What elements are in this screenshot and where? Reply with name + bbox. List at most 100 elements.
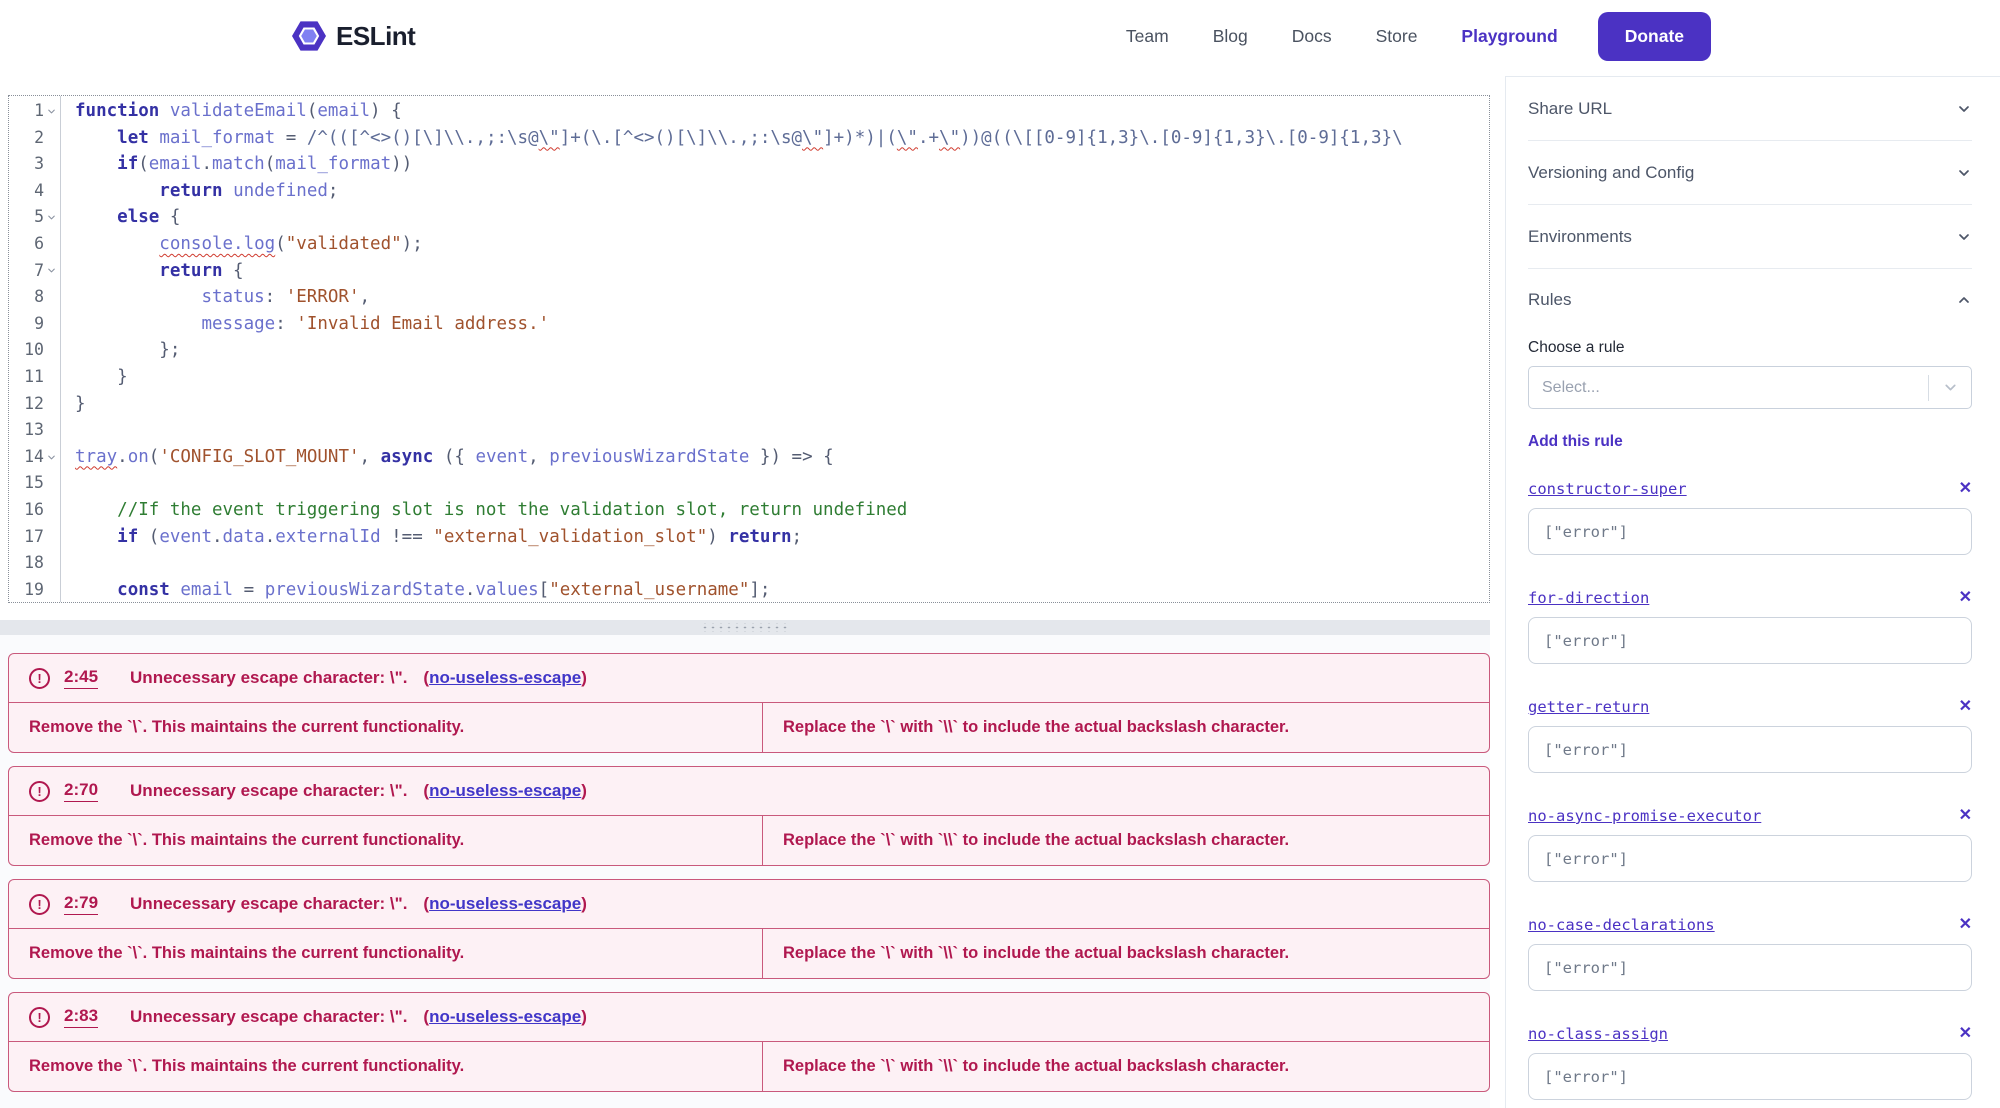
accordion-section-versioning-and-config[interactable]: Versioning and Config — [1528, 141, 1972, 205]
code-line — [75, 470, 1489, 497]
rule-config-input[interactable]: ["error"] — [1528, 508, 1972, 555]
problem-header: ! 2:79 Unnecessary escape character: \".… — [9, 880, 1489, 929]
line-number[interactable]: 14 — [9, 444, 60, 471]
chevron-down-icon — [1956, 229, 1972, 245]
rule-doc-link[interactable]: no-useless-escape — [429, 894, 581, 913]
problem-position-link[interactable]: 2:45 — [64, 667, 98, 689]
eslint-logo[interactable]: ESLint — [292, 20, 415, 52]
rule-name-link-no-class-assign[interactable]: no-class-assign — [1528, 1025, 1668, 1043]
code-line: } — [75, 391, 1489, 418]
line-number: 2 — [9, 125, 60, 152]
editor-code[interactable]: function validateEmail(email) { let mail… — [61, 96, 1489, 602]
suggestion-remove-escape[interactable]: Remove the `\`. This maintains the curre… — [9, 1042, 763, 1091]
line-number[interactable]: 1 — [9, 98, 60, 125]
rule-select-dropdown[interactable]: Select... — [1528, 366, 1972, 409]
code-line: }; — [75, 337, 1489, 364]
rule-item-header: no-async-promise-executor ✕ — [1528, 807, 1972, 825]
remove-rule-icon[interactable]: ✕ — [1959, 481, 1972, 497]
accordion-section-share-url[interactable]: Share URL — [1528, 77, 1972, 141]
resize-handle[interactable] — [0, 620, 1490, 635]
suggestion-remove-escape[interactable]: Remove the `\`. This maintains the curre… — [9, 703, 763, 752]
fold-spacer — [44, 423, 58, 437]
rules-list: constructor-super ✕ ["error"] for-direct… — [1528, 480, 1972, 1100]
rule-item: constructor-super ✕ ["error"] — [1528, 480, 1972, 555]
rule-name-link-no-async-promise-executor[interactable]: no-async-promise-executor — [1528, 807, 1761, 825]
fold-spacer — [44, 503, 58, 517]
rule-doc-link[interactable]: no-useless-escape — [429, 668, 581, 687]
code-editor[interactable]: 12345678910111213141516171819 function v… — [8, 95, 1490, 603]
rule-config-input[interactable]: ["error"] — [1528, 1053, 1972, 1100]
add-rule-button[interactable]: Add this rule — [1528, 433, 1623, 451]
problems-panel: ! 2:45 Unnecessary escape character: \".… — [0, 635, 1490, 1108]
rule-name-link-for-direction[interactable]: for-direction — [1528, 589, 1649, 607]
problem-position-link[interactable]: 2:79 — [64, 893, 98, 915]
fold-spacer — [44, 344, 58, 358]
line-number: 8 — [9, 284, 60, 311]
code-line: } — [75, 364, 1489, 391]
fold-spacer — [44, 184, 58, 198]
rule-config-input[interactable]: ["error"] — [1528, 835, 1972, 882]
nav-link-store[interactable]: Store — [1376, 26, 1418, 47]
rule-config-input[interactable]: ["error"] — [1528, 726, 1972, 773]
fold-chevron-icon — [44, 104, 58, 118]
nav-link-team[interactable]: Team — [1126, 26, 1169, 47]
nav-link-playground[interactable]: Playground — [1461, 26, 1557, 47]
code-line: tray.on('CONFIG_SLOT_MOUNT', async ({ ev… — [75, 444, 1489, 471]
line-number: 12 — [9, 391, 60, 418]
fold-spacer — [44, 583, 58, 597]
suggestion-replace-escape[interactable]: Replace the `\` with `\\` to include the… — [763, 929, 1489, 978]
remove-rule-icon[interactable]: ✕ — [1959, 1026, 1972, 1042]
chevron-down-icon — [1956, 165, 1972, 181]
line-number: 13 — [9, 417, 60, 444]
accordion-section-environments[interactable]: Environments — [1528, 205, 1972, 269]
nav-link-docs[interactable]: Docs — [1292, 26, 1332, 47]
nav-link-blog[interactable]: Blog — [1213, 26, 1248, 47]
suggestion-replace-escape[interactable]: Replace the `\` with `\\` to include the… — [763, 703, 1489, 752]
remove-rule-icon[interactable]: ✕ — [1959, 699, 1972, 715]
editor-gutter: 12345678910111213141516171819 — [9, 96, 61, 602]
problem-message: Unnecessary escape character: \". — [130, 1007, 407, 1027]
rules-panel: Choose a rule Select... Add this rule co… — [1528, 339, 1972, 1100]
suggestion-replace-escape[interactable]: Replace the `\` with `\\` to include the… — [763, 1042, 1489, 1091]
line-number: 11 — [9, 364, 60, 391]
remove-rule-icon[interactable]: ✕ — [1959, 590, 1972, 606]
header: ESLint Team Blog Docs Store Playground Donat… — [0, 0, 2000, 72]
line-number[interactable]: 5 — [9, 204, 60, 231]
donate-button[interactable]: Donate — [1598, 12, 1711, 61]
nav: Team Blog Docs Store Playground — [1126, 26, 1558, 47]
line-number[interactable]: 7 — [9, 258, 60, 285]
code-line: if(email.match(mail_format)) — [75, 151, 1489, 178]
rule-doc-link[interactable]: no-useless-escape — [429, 1007, 581, 1026]
problem-position-link[interactable]: 2:70 — [64, 780, 98, 802]
problem-suggestions: Remove the `\`. This maintains the curre… — [9, 703, 1489, 752]
suggestion-remove-escape[interactable]: Remove the `\`. This maintains the curre… — [9, 929, 763, 978]
chevron-down-icon — [1929, 379, 1971, 396]
line-number: 6 — [9, 231, 60, 258]
rule-item-header: constructor-super ✕ — [1528, 480, 1972, 498]
rule-config-input[interactable]: ["error"] — [1528, 944, 1972, 991]
problem-header: ! 2:70 Unnecessary escape character: \".… — [9, 767, 1489, 816]
suggestion-replace-escape[interactable]: Replace the `\` with `\\` to include the… — [763, 816, 1489, 865]
fold-spacer — [44, 397, 58, 411]
code-line: else { — [75, 204, 1489, 231]
fold-spacer — [44, 530, 58, 544]
rule-name-link-constructor-super[interactable]: constructor-super — [1528, 480, 1687, 498]
rule-item: no-async-promise-executor ✕ ["error"] — [1528, 807, 1972, 882]
remove-rule-icon[interactable]: ✕ — [1959, 917, 1972, 933]
code-line: function validateEmail(email) { — [75, 98, 1489, 125]
accordion-label: Versioning and Config — [1528, 163, 1694, 183]
rule-doc-link[interactable]: no-useless-escape — [429, 781, 581, 800]
lint-problem-card: ! 2:83 Unnecessary escape character: \".… — [8, 992, 1490, 1092]
suggestion-remove-escape[interactable]: Remove the `\`. This maintains the curre… — [9, 816, 763, 865]
rule-config-input[interactable]: ["error"] — [1528, 617, 1972, 664]
accordion-section-rules[interactable]: Rules — [1528, 269, 1972, 331]
rule-name-link-getter-return[interactable]: getter-return — [1528, 698, 1649, 716]
problem-message: Unnecessary escape character: \". — [130, 894, 407, 914]
remove-rule-icon[interactable]: ✕ — [1959, 808, 1972, 824]
problem-position-link[interactable]: 2:83 — [64, 1006, 98, 1028]
rule-name-link-no-case-declarations[interactable]: no-case-declarations — [1528, 916, 1715, 934]
rule-item-header: no-case-declarations ✕ — [1528, 916, 1972, 934]
fold-spacer — [44, 157, 58, 171]
problem-suggestions: Remove the `\`. This maintains the curre… — [9, 929, 1489, 978]
lint-problem-card: ! 2:79 Unnecessary escape character: \".… — [8, 879, 1490, 979]
